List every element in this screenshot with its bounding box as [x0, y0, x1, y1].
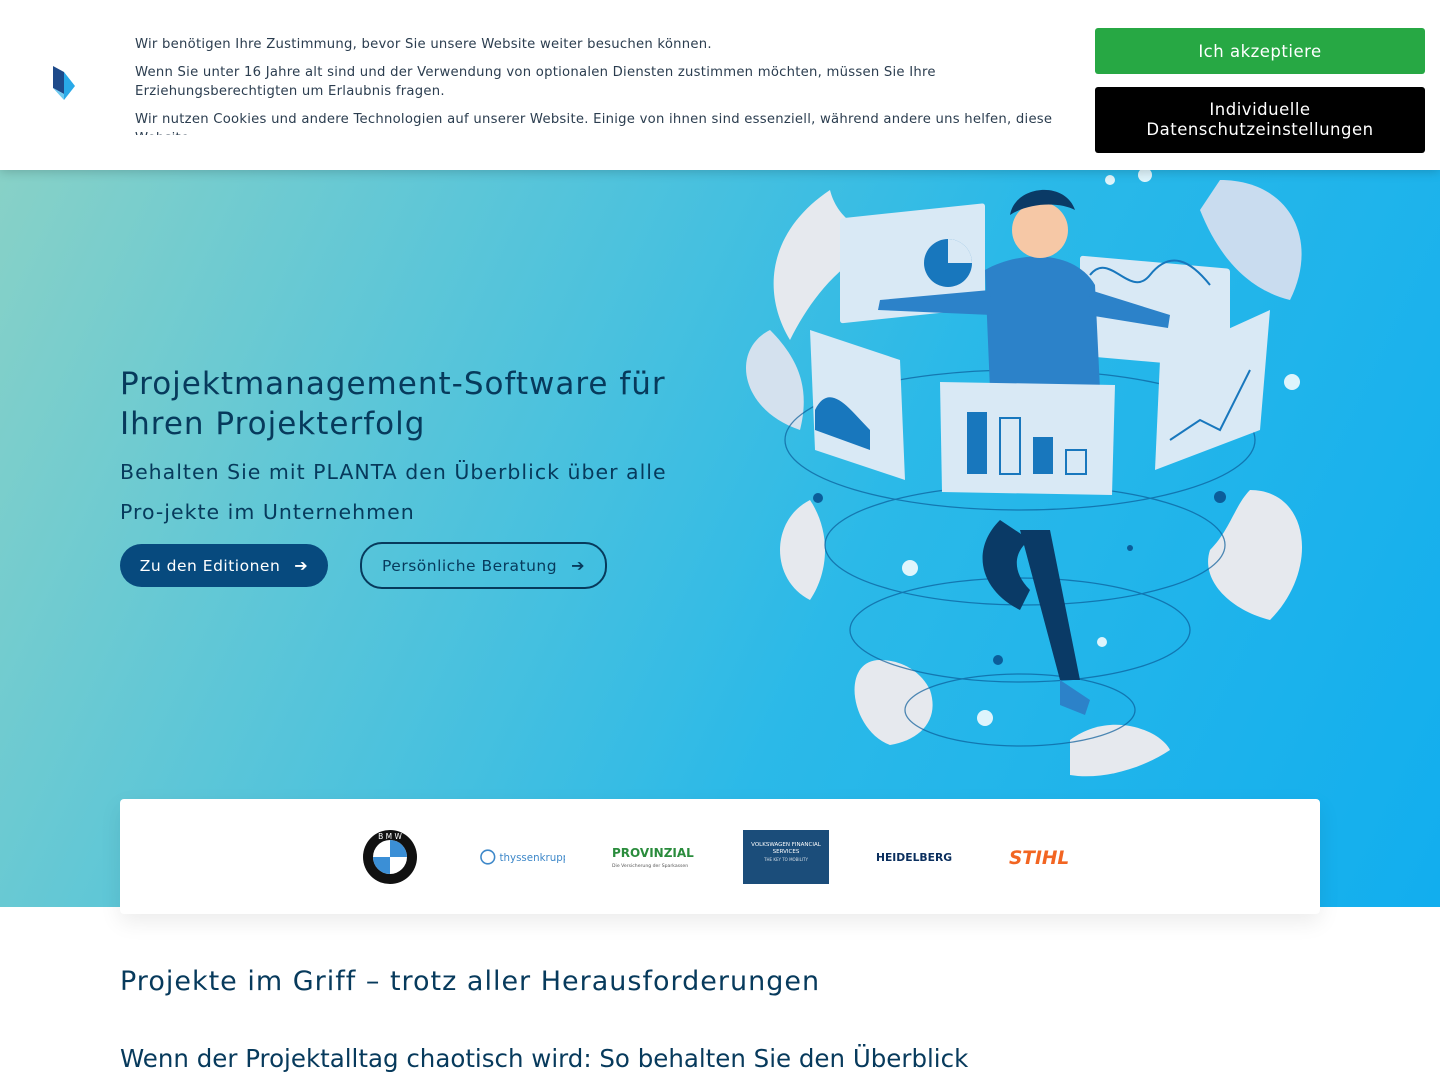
cookie-text: Wir benötigen Ihre Zustimmung, bevor Sie… [135, 35, 1070, 135]
provinzial-logo-text: PROVINZIAL [612, 846, 694, 860]
logo-thyssenkrupp: thyssenkrupp [479, 830, 565, 884]
panel-left [810, 330, 905, 480]
logo-heidelberg: HEIDELBERG [875, 830, 961, 884]
logo-vw-financial: VOLKSWAGEN FINANCIAL SERVICES THE KEY TO… [743, 829, 829, 884]
hero-title: Projektmanagement-Software für Ihren Pro… [120, 366, 666, 442]
panel-center [940, 382, 1115, 495]
cookie-consent-banner: Wir benötigen Ihre Zustimmung, bevor Sie… [0, 0, 1440, 170]
section-subtitle: Wenn der Projektalltag chaotisch wird: S… [120, 1044, 969, 1073]
provinzial-tagline: Die Versicherung der Sparkassen [612, 863, 688, 869]
logo-provinzial: PROVINZIAL Die Versicherung der Sparkass… [611, 830, 697, 884]
cookie-paragraph: Wir nutzen Cookies und andere Technologi… [135, 112, 1053, 135]
consultation-button[interactable]: Persönliche Beratung ➔ [360, 542, 607, 589]
accept-cookies-button[interactable]: Ich akzeptiere [1095, 28, 1425, 74]
vw-logo-text: VOLKSWAGEN FINANCIAL SERVICES [751, 841, 821, 855]
stihl-logo-text: STIHL [1009, 847, 1069, 868]
arrow-right-icon: ➔ [294, 556, 309, 575]
editions-button[interactable]: Zu den Editionen ➔ [120, 544, 328, 587]
cookie-actions: Ich akzeptiere Individuelle Datenschutze… [1095, 28, 1425, 153]
hero-subtitle: Behalten Sie mit PLANTA den Überblick üb… [120, 460, 667, 524]
planta-logo-icon [53, 66, 75, 100]
thyssenkrupp-logo-text: thyssenkrupp [500, 851, 565, 863]
hero-illustration [746, 168, 1303, 777]
editions-button-label: Zu den Editionen [139, 556, 281, 575]
bmw-logo-text: B M W [378, 832, 402, 841]
section-title: Projekte im Griff – trotz aller Herausfo… [120, 966, 821, 997]
customer-logos-card: B M W thyssenkrupp PROVINZIAL Die Versic… [120, 799, 1320, 914]
heidelberg-logo-text: HEIDELBERG [876, 850, 952, 863]
arrow-right-icon: ➔ [571, 556, 586, 575]
logo-stihl: STIHL [1007, 830, 1093, 884]
consultation-button-label: Persönliche Beratung [381, 556, 558, 575]
hero-text: Projektmanagement-Software für Ihren Pro… [120, 364, 700, 532]
cookie-paragraph: Wenn Sie unter 16 Jahre alt sind und der… [135, 65, 936, 99]
vw-tagline: THE KEY TO MOBILITY [764, 856, 808, 862]
logo-bmw: B M W [347, 829, 433, 884]
cookie-paragraph: Wir benötigen Ihre Zustimmung, bevor Sie… [135, 37, 712, 52]
hero-buttons: Zu den Editionen ➔ Persönliche Beratung … [120, 542, 607, 589]
custom-privacy-settings-button[interactable]: Individuelle Datenschutzeinstellungen [1095, 87, 1425, 153]
